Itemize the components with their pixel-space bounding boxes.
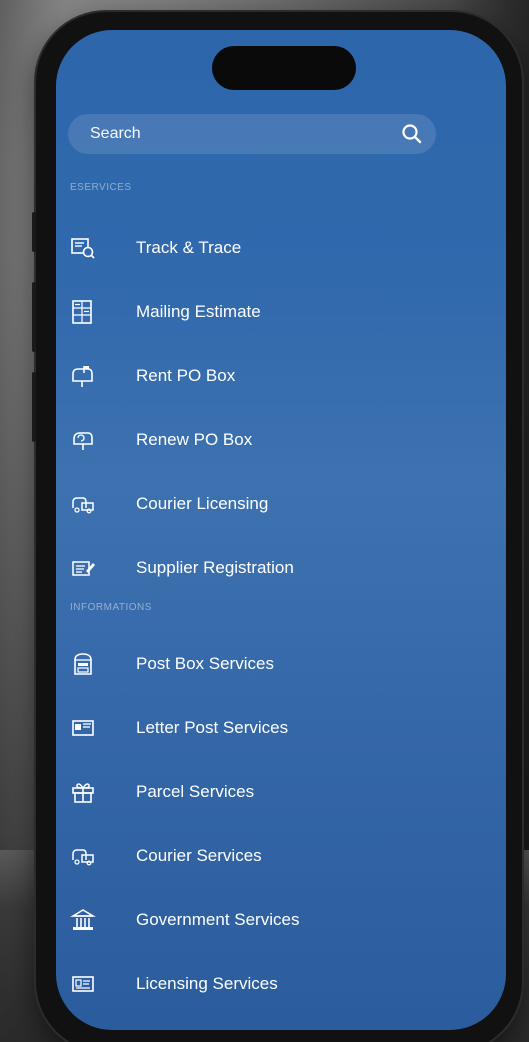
register-form-icon bbox=[70, 556, 96, 580]
parcel-gift-icon bbox=[70, 780, 96, 804]
mailbox-icon bbox=[70, 364, 96, 388]
license-card-icon bbox=[70, 972, 96, 996]
menu-item-renew-po-box[interactable]: Renew PO Box bbox=[56, 418, 506, 462]
menu-item-track-trace[interactable]: Track & Trace bbox=[56, 226, 506, 270]
menu-item-letter-post-services[interactable]: Letter Post Services bbox=[56, 706, 506, 750]
government-building-icon bbox=[70, 908, 96, 932]
letter-icon bbox=[70, 716, 96, 740]
menu-item-post-box-services[interactable]: Post Box Services bbox=[56, 642, 506, 686]
menu-item-label: Courier Services bbox=[136, 846, 262, 865]
menu-item-label: Parcel Services bbox=[136, 782, 255, 801]
phone-volume-up-button bbox=[32, 282, 36, 352]
menu-item-label: Letter Post Services bbox=[136, 718, 289, 737]
menu-item-label: Renew PO Box bbox=[136, 430, 253, 449]
menu-item-rent-po-box[interactable]: Rent PO Box bbox=[56, 354, 506, 398]
renew-mailbox-icon bbox=[70, 428, 96, 452]
menu-item-label: Government Services bbox=[136, 910, 300, 929]
phone-mute-switch bbox=[32, 212, 36, 252]
courier-icon bbox=[70, 492, 96, 516]
menu-item-label: Mailing Estimate bbox=[136, 302, 261, 321]
search-input[interactable] bbox=[68, 124, 400, 144]
courier-service-icon bbox=[70, 844, 96, 868]
menu-item-label: Post Box Services bbox=[136, 654, 274, 673]
section-label-informations: INFORMATIONS bbox=[70, 602, 152, 613]
menu-item-label: Track & Trace bbox=[136, 238, 242, 257]
menu-item-parcel-services[interactable]: Parcel Services bbox=[56, 770, 506, 814]
menu-item-licensing-services[interactable]: Licensing Services bbox=[56, 962, 506, 1006]
menu-item-label: Courier Licensing bbox=[136, 494, 269, 513]
menu-item-mailing-estimate[interactable]: Mailing Estimate bbox=[56, 290, 506, 334]
menu-item-label: Rent PO Box bbox=[136, 366, 236, 385]
search-bar[interactable] bbox=[68, 114, 436, 154]
search-icon[interactable] bbox=[400, 122, 424, 146]
post-box-icon bbox=[70, 652, 96, 676]
phone-frame: ESERVICES Track & Trace Mailing Estimate… bbox=[32, 12, 522, 1042]
menu-item-government-services[interactable]: Government Services bbox=[56, 898, 506, 942]
section-label-eservices: ESERVICES bbox=[70, 182, 132, 193]
menu-item-label: Supplier Registration bbox=[136, 558, 294, 577]
calculator-icon bbox=[70, 300, 96, 324]
app-screen: ESERVICES Track & Trace Mailing Estimate… bbox=[56, 30, 506, 1030]
phone-volume-down-button bbox=[32, 372, 36, 442]
track-trace-icon bbox=[70, 236, 96, 260]
menu-item-courier-services[interactable]: Courier Services bbox=[56, 834, 506, 878]
dynamic-island bbox=[212, 46, 356, 90]
menu-item-supplier-registration[interactable]: Supplier Registration bbox=[56, 546, 506, 590]
menu-item-label: Licensing Services bbox=[136, 974, 278, 993]
menu-item-courier-licensing[interactable]: Courier Licensing bbox=[56, 482, 506, 526]
